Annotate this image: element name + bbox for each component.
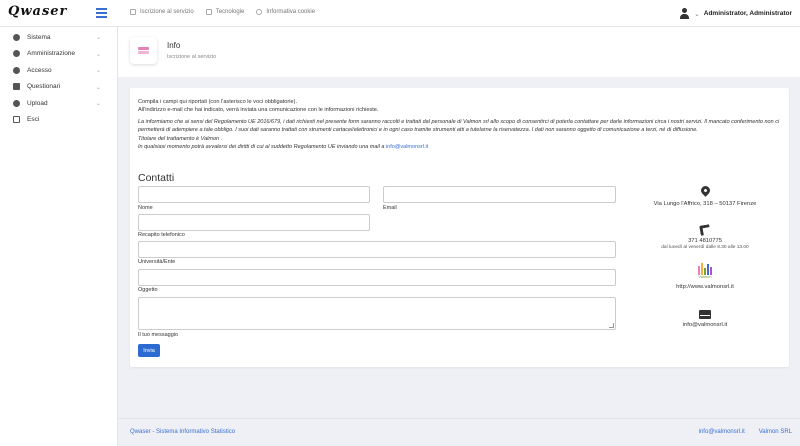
sidebar-item-esci[interactable]: Esci — [0, 112, 117, 129]
app-logo[interactable]: Qwaser — [8, 4, 67, 19]
privacy-email-link[interactable]: info@valmonsrl.it — [386, 144, 428, 150]
page-header: Info Iscrizione al servizio — [118, 27, 800, 77]
sidebar-item-sistema[interactable]: Sistema ⌄ — [0, 29, 117, 46]
intro-line-1: Compila i campi qui riportati (con l'ast… — [138, 99, 298, 105]
sidebar-item-label: Accesso — [27, 66, 52, 74]
chevron-down-icon: ⌄ — [95, 84, 101, 91]
sidebar-item-label: Questionari — [27, 83, 61, 91]
privacy-text: La informiamo che ai sensi del Regolamen… — [138, 119, 780, 134]
chevron-down-icon: ⌄ — [95, 101, 101, 107]
questionnaire-icon — [13, 83, 20, 91]
email-block: info@valmonsrl.it — [630, 310, 780, 329]
sidebar-item-label: Amministrazione — [27, 50, 76, 58]
privacy-rights: In qualsiasi momento potrà avvalersi dei… — [138, 144, 429, 151]
info-badge-icon — [130, 37, 157, 64]
oggetto-input[interactable] — [138, 269, 616, 286]
telefono-label: Recapito telefonico — [138, 232, 185, 238]
upload-icon — [13, 99, 20, 107]
nome-label: Nome — [138, 205, 153, 211]
universita-input[interactable] — [138, 241, 616, 258]
sidebar-item-questionari[interactable]: Questionari ⌄ — [0, 79, 117, 96]
nav-tecnologie[interactable]: Tecnologie — [205, 9, 245, 15]
phone-number: 371 4810775 — [688, 238, 722, 244]
nav-label: Iscrizione al servizio — [140, 9, 194, 15]
valmon-logo: Valmon — [693, 262, 717, 279]
cookie-icon — [256, 9, 263, 15]
form-icon — [130, 9, 136, 15]
resize-handle-icon[interactable] — [609, 323, 614, 328]
document-icon — [205, 9, 212, 15]
website-link[interactable]: http://www.valmonsrl.it — [630, 283, 780, 291]
system-icon — [13, 33, 20, 41]
website-block: Valmon http://www.valmonsrl.it — [630, 262, 780, 291]
chevron-down-icon: ⌄ — [95, 68, 101, 74]
nav-iscrizione[interactable]: Iscrizione al servizio — [130, 9, 194, 15]
footer-app-link[interactable]: Qwaser - Sistema Informativo Statistico — [130, 429, 235, 435]
intro-line-2: All'indirizzo e-mail che hai indicato, v… — [138, 107, 379, 114]
sidebar-item-label: Esci — [27, 116, 40, 124]
logout-icon — [13, 116, 20, 124]
oggetto-label: Oggetto — [138, 287, 158, 293]
messaggio-textarea[interactable] — [138, 297, 616, 330]
telefono-input[interactable] — [138, 214, 370, 231]
form-title: Contatti — [138, 172, 175, 184]
admin-icon — [13, 50, 20, 58]
address-block: Via Lungo l'Affrico, 318 – 50137 Firenze — [630, 184, 780, 208]
address-text: Via Lungo l'Affrico, 318 – 50137 Firenze — [653, 201, 757, 207]
sidebar-item-upload[interactable]: Upload ⌄ — [0, 95, 117, 112]
user-name: Administrator, Administrator — [703, 10, 792, 17]
top-bar: Qwaser Iscrizione al servizio Tecnologie… — [0, 0, 800, 27]
privacy-notice: La informiamo che ai sensi del Regolamen… — [138, 118, 783, 152]
page-subtitle: Iscrizione al servizio — [167, 54, 217, 60]
chevron-down-icon: ⌄ — [95, 35, 101, 41]
chevron-down-icon: ⌄ — [694, 10, 700, 18]
sidebar-item-label: Upload — [27, 99, 48, 107]
menu-toggle-icon[interactable] — [96, 8, 107, 18]
chevron-down-icon: ⌄ — [95, 51, 101, 58]
sidebar-item-label: Sistema — [27, 33, 51, 41]
contact-email-link[interactable]: info@valmonsrl.it — [630, 321, 780, 329]
email-input[interactable] — [383, 186, 616, 203]
nome-input[interactable] — [138, 186, 370, 203]
phone-icon — [699, 224, 711, 236]
sidebar-item-amministrazione[interactable]: Amministrazione ⌄ — [0, 46, 117, 63]
nav-label: Informativa cookie — [266, 9, 316, 15]
privacy-owner: Titolare del trattamento è Valmon . — [138, 135, 223, 142]
user-menu[interactable]: ⌄ Administrator, Administrator — [679, 8, 792, 19]
location-pin-icon — [698, 184, 712, 197]
nav-cookie[interactable]: Informativa cookie — [256, 9, 315, 15]
phone-block: 371 4810775 dal lunedì al venerdì dalle … — [630, 224, 780, 250]
contact-card: Compila i campi qui riportati (con l'ast… — [130, 88, 789, 367]
intro-text: Compila i campi qui riportati (con l'ast… — [138, 98, 780, 114]
universita-label: Università/Ente — [138, 259, 176, 265]
footer-links: info@valmonsrl.it Valmon SRL — [699, 429, 792, 435]
footer: Qwaser - Sistema Informativo Statistico … — [118, 418, 800, 446]
email-label: Email — [383, 205, 397, 211]
footer-company-link[interactable]: Valmon SRL — [759, 429, 792, 435]
access-icon — [13, 66, 20, 74]
office-hours: dal lunedì al venerdì dalle 8.30 alle 13… — [661, 245, 749, 250]
sidebar: Sistema ⌄ Amministrazione ⌄ Accesso ⌄ Qu… — [0, 27, 118, 446]
envelope-icon — [699, 310, 711, 319]
messaggio-label: Il tuo messaggio — [138, 332, 179, 338]
nav-label: Tecnologie — [215, 9, 245, 15]
top-nav: Iscrizione al servizio Tecnologie Inform… — [130, 9, 315, 15]
sidebar-item-accesso[interactable]: Accesso ⌄ — [0, 62, 117, 79]
footer-email-link[interactable]: info@valmonsrl.it — [699, 429, 745, 435]
user-icon — [679, 8, 690, 19]
page-title: Info — [167, 41, 181, 50]
submit-button[interactable]: Invia — [138, 344, 160, 357]
